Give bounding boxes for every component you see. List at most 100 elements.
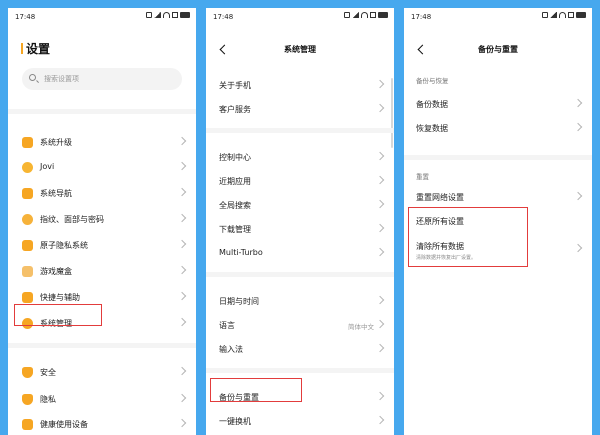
list-item-label: 输入法 bbox=[219, 345, 243, 354]
chevron-right-icon bbox=[375, 199, 385, 209]
system-management-screen: 17:48 系统管理 关于手机 客户服务 控制中心 近期应用 全局搜索 下载管理 bbox=[206, 8, 394, 435]
shortcut-icon bbox=[22, 292, 33, 303]
list-item-language[interactable]: 语言 简体中文 bbox=[206, 313, 394, 337]
top-nav: 系统管理 bbox=[206, 42, 394, 62]
list-item-phone-clone[interactable]: 一键换机 bbox=[206, 409, 394, 433]
chevron-right-icon bbox=[177, 291, 187, 301]
section-divider bbox=[8, 109, 196, 114]
chevron-right-icon bbox=[177, 213, 187, 223]
settings-item-jovi[interactable]: Jovi bbox=[8, 155, 196, 179]
list-item-label: 语言 bbox=[219, 321, 235, 330]
section-divider bbox=[8, 343, 196, 348]
chevron-right-icon bbox=[177, 161, 187, 171]
list-item-input-method[interactable]: 输入法 bbox=[206, 337, 394, 361]
settings-item-game-box[interactable]: 游戏魔盒 bbox=[8, 259, 196, 283]
section-divider bbox=[206, 272, 394, 277]
list-item-label: 恢复数据 bbox=[416, 124, 448, 133]
settings-item-label: 系统导航 bbox=[40, 189, 72, 198]
section-divider bbox=[206, 368, 394, 373]
list-item-label: 客户服务 bbox=[219, 105, 251, 114]
chevron-right-icon bbox=[375, 175, 385, 185]
chevron-right-icon bbox=[375, 343, 385, 353]
settings-item-label: 隐私 bbox=[40, 395, 56, 404]
chevron-right-icon bbox=[375, 415, 385, 425]
list-item-reset-network[interactable]: 重置网络设置 bbox=[404, 185, 592, 209]
settings-item-label: Jovi bbox=[40, 162, 55, 171]
list-item-multi-turbo[interactable]: Multi-Turbo bbox=[206, 241, 394, 265]
section-header-reset: 重置 bbox=[416, 173, 429, 181]
settings-item-privacy[interactable]: 隐私 bbox=[8, 387, 196, 411]
vibrate-icon bbox=[344, 12, 350, 18]
list-item-customer-service[interactable]: 客户服务 bbox=[206, 97, 394, 121]
wifi-icon bbox=[361, 12, 368, 18]
settings-item-navigation[interactable]: 系统导航 bbox=[8, 181, 196, 205]
health-usage-icon bbox=[22, 419, 33, 430]
chevron-right-icon bbox=[573, 122, 583, 132]
chevron-right-icon bbox=[573, 98, 583, 108]
list-item-about-phone[interactable]: 关于手机 bbox=[206, 73, 394, 97]
section-divider bbox=[206, 128, 394, 133]
chevron-right-icon bbox=[375, 247, 385, 257]
settings-screen: 17:48 设置 搜索设置项 系统升级 Jovi 系统导航 指纹、面部与密码 原… bbox=[8, 8, 196, 435]
chevron-right-icon bbox=[177, 418, 187, 428]
status-bar: 17:48 bbox=[206, 8, 394, 24]
backup-reset-screen: 17:48 备份与重置 备份与恢复 备份数据 恢复数据 重置 重置网络设置 还原… bbox=[404, 8, 592, 435]
page-title: 系统管理 bbox=[284, 45, 316, 54]
notification-icon bbox=[370, 12, 376, 18]
list-item-date-time[interactable]: 日期与时间 bbox=[206, 289, 394, 313]
page-title-text: 设置 bbox=[26, 42, 51, 56]
chevron-right-icon bbox=[375, 319, 385, 329]
page-title: 备份与重置 bbox=[478, 45, 518, 54]
list-item-recent-apps[interactable]: 近期应用 bbox=[206, 169, 394, 193]
status-time: 17:48 bbox=[411, 13, 432, 21]
settings-item-health[interactable]: 健康使用设备 bbox=[8, 412, 196, 435]
settings-item-privacy-system[interactable]: 原子隐私系统 bbox=[8, 233, 196, 257]
list-item-backup-data[interactable]: 备份数据 bbox=[404, 92, 592, 116]
settings-item-fingerprint[interactable]: 指纹、面部与密码 bbox=[8, 207, 196, 231]
upgrade-icon bbox=[22, 137, 33, 148]
chevron-right-icon bbox=[375, 103, 385, 113]
settings-item-label: 游戏魔盒 bbox=[40, 267, 72, 276]
game-box-icon bbox=[22, 266, 33, 277]
chevron-right-icon bbox=[375, 223, 385, 233]
settings-item-label: 快捷与辅助 bbox=[40, 293, 80, 302]
battery-icon bbox=[576, 12, 586, 18]
page-title: 设置 bbox=[21, 40, 50, 57]
vibrate-icon bbox=[542, 12, 548, 18]
chevron-right-icon bbox=[177, 239, 187, 249]
search-icon bbox=[29, 74, 36, 81]
list-item-global-search[interactable]: 全局搜索 bbox=[206, 193, 394, 217]
battery-icon bbox=[378, 12, 388, 18]
shield-icon bbox=[22, 367, 33, 378]
chevron-right-icon bbox=[177, 265, 187, 275]
title-accent-bar bbox=[21, 43, 23, 54]
section-divider bbox=[404, 155, 592, 160]
settings-item-label: 健康使用设备 bbox=[40, 420, 88, 429]
navigation-icon bbox=[22, 188, 33, 199]
list-item-label: 日期与时间 bbox=[219, 297, 259, 306]
notification-icon bbox=[568, 12, 574, 18]
settings-item-security[interactable]: 安全 bbox=[8, 360, 196, 384]
signal-icon bbox=[352, 12, 359, 18]
list-item-label: 下载管理 bbox=[219, 225, 251, 234]
top-nav: 备份与重置 bbox=[404, 42, 592, 62]
vibrate-icon bbox=[146, 12, 152, 18]
section-header-backup: 备份与恢复 bbox=[416, 77, 449, 85]
list-item-label: Multi-Turbo bbox=[219, 248, 263, 257]
list-item-control-center[interactable]: 控制中心 bbox=[206, 145, 394, 169]
list-item-download-manager[interactable]: 下载管理 bbox=[206, 217, 394, 241]
highlight-box bbox=[408, 207, 528, 267]
notification-icon bbox=[172, 12, 178, 18]
settings-item-label: 原子隐私系统 bbox=[40, 241, 88, 250]
search-input[interactable]: 搜索设置项 bbox=[22, 68, 182, 90]
settings-item-system-upgrade[interactable]: 系统升级 bbox=[8, 130, 196, 154]
chevron-right-icon bbox=[573, 243, 583, 253]
signal-icon bbox=[154, 12, 161, 18]
chevron-right-icon bbox=[375, 79, 385, 89]
list-item-restore-data[interactable]: 恢复数据 bbox=[404, 116, 592, 140]
settings-item-label: 系统升级 bbox=[40, 138, 72, 147]
chevron-right-icon bbox=[573, 191, 583, 201]
list-item-label: 全局搜索 bbox=[219, 201, 251, 210]
status-time: 17:48 bbox=[213, 13, 234, 21]
privacy-system-icon bbox=[22, 240, 33, 251]
